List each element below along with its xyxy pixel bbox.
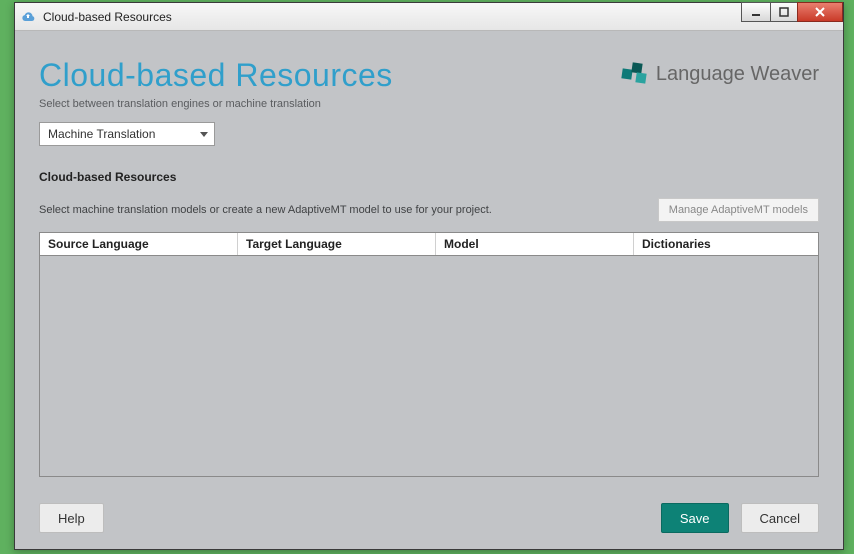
dropdown-selected: Machine Translation [48, 127, 155, 141]
page-title: Cloud-based Resources [39, 57, 393, 94]
col-model: Model [436, 233, 634, 255]
language-weaver-mark-icon [622, 61, 648, 87]
table-body [40, 256, 818, 476]
table-header: Source Language Target Language Model Di… [40, 233, 818, 256]
titlebar: Cloud-based Resources [15, 3, 843, 31]
close-button[interactable] [797, 2, 843, 22]
dialog-footer: Help Save Cancel [39, 493, 819, 533]
section-description: Select machine translation models or cre… [39, 204, 492, 216]
brand-text: Language Weaver [656, 63, 819, 86]
language-weaver-logo: Language Weaver [622, 61, 819, 87]
minimize-button[interactable] [741, 2, 771, 22]
col-target-language: Target Language [238, 233, 436, 255]
window-title: Cloud-based Resources [43, 10, 172, 24]
page-subtitle: Select between translation engines or ma… [39, 98, 393, 110]
cloud-icon [19, 8, 37, 26]
window-controls [742, 2, 843, 22]
help-button[interactable]: Help [39, 503, 104, 533]
dialog-window: Cloud-based Resources Cloud-based Resour… [14, 2, 844, 550]
col-dictionaries: Dictionaries [634, 233, 818, 255]
engine-dropdown[interactable]: Machine Translation [39, 122, 215, 146]
manage-adaptivemt-button[interactable]: Manage AdaptiveMT models [658, 198, 819, 222]
maximize-button[interactable] [770, 2, 798, 22]
section-title: Cloud-based Resources [39, 170, 819, 184]
col-source-language: Source Language [40, 233, 238, 255]
cancel-button[interactable]: Cancel [741, 503, 819, 533]
save-button[interactable]: Save [661, 503, 729, 533]
chevron-down-icon [200, 132, 208, 137]
models-table: Source Language Target Language Model Di… [39, 232, 819, 477]
dialog-content: Cloud-based Resources Select between tra… [15, 31, 843, 549]
